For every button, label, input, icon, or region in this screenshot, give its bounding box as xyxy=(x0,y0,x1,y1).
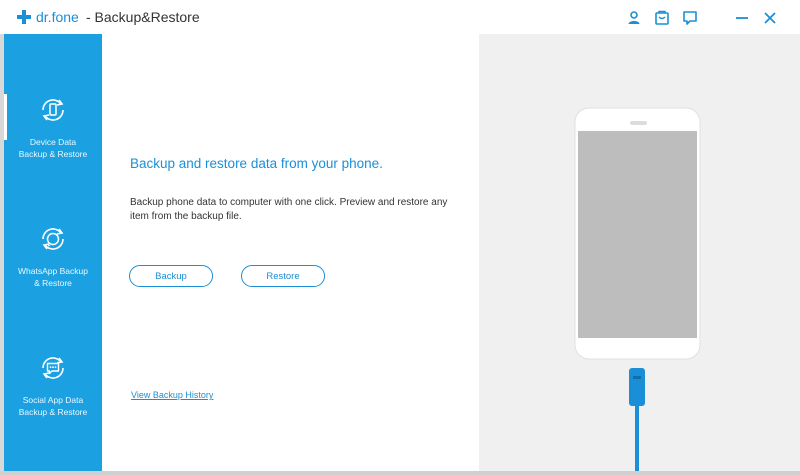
view-backup-history-link[interactable]: View Backup History xyxy=(131,390,213,400)
cart-icon[interactable] xyxy=(654,10,670,26)
description-text: Backup phone data to computer with one c… xyxy=(130,197,448,222)
phone-illustration xyxy=(574,107,701,471)
sidebar: Device Data Backup & Restore WhatsApp Ba… xyxy=(4,34,102,471)
usb-cable xyxy=(635,406,639,471)
sidebar-item-label: Social App Data Backup & Restore xyxy=(18,395,88,417)
sidebar-item-label: WhatsApp Backup & Restore xyxy=(18,266,88,288)
brand-name: dr.fone xyxy=(36,9,79,25)
window-bottom-border xyxy=(0,471,800,475)
sidebar-item-device-data[interactable]: Device Data Backup & Restore xyxy=(4,94,102,214)
main-panel: Backup and restore data from your phone.… xyxy=(102,34,479,471)
backup-button[interactable]: Backup xyxy=(129,265,213,287)
drfone-logo-icon xyxy=(17,10,31,24)
usb-connector xyxy=(629,368,645,406)
page-title: Backup and restore data from your phone. xyxy=(130,156,383,171)
title-bar: dr.fone - Backup&Restore xyxy=(0,0,800,35)
device-backup-icon xyxy=(42,99,64,121)
restore-button[interactable]: Restore xyxy=(241,265,325,287)
sidebar-item-whatsapp[interactable]: WhatsApp Backup & Restore xyxy=(4,223,102,343)
window-title: - Backup&Restore xyxy=(86,9,200,25)
social-backup-icon xyxy=(42,357,64,379)
close-icon[interactable] xyxy=(762,10,778,26)
whatsapp-backup-icon xyxy=(42,228,64,250)
device-illustration-panel xyxy=(479,34,800,471)
minimize-icon[interactable] xyxy=(734,10,750,26)
sidebar-item-social-app[interactable]: Social App Data Backup & Restore xyxy=(4,352,102,472)
phone-speaker xyxy=(630,121,647,125)
app-window: dr.fone - Backup&Restore Device Data Bac… xyxy=(0,0,800,475)
account-icon[interactable] xyxy=(626,10,642,26)
feedback-icon[interactable] xyxy=(682,10,698,26)
sidebar-item-label: Device Data Backup & Restore xyxy=(18,137,88,159)
phone-screen xyxy=(578,131,697,338)
